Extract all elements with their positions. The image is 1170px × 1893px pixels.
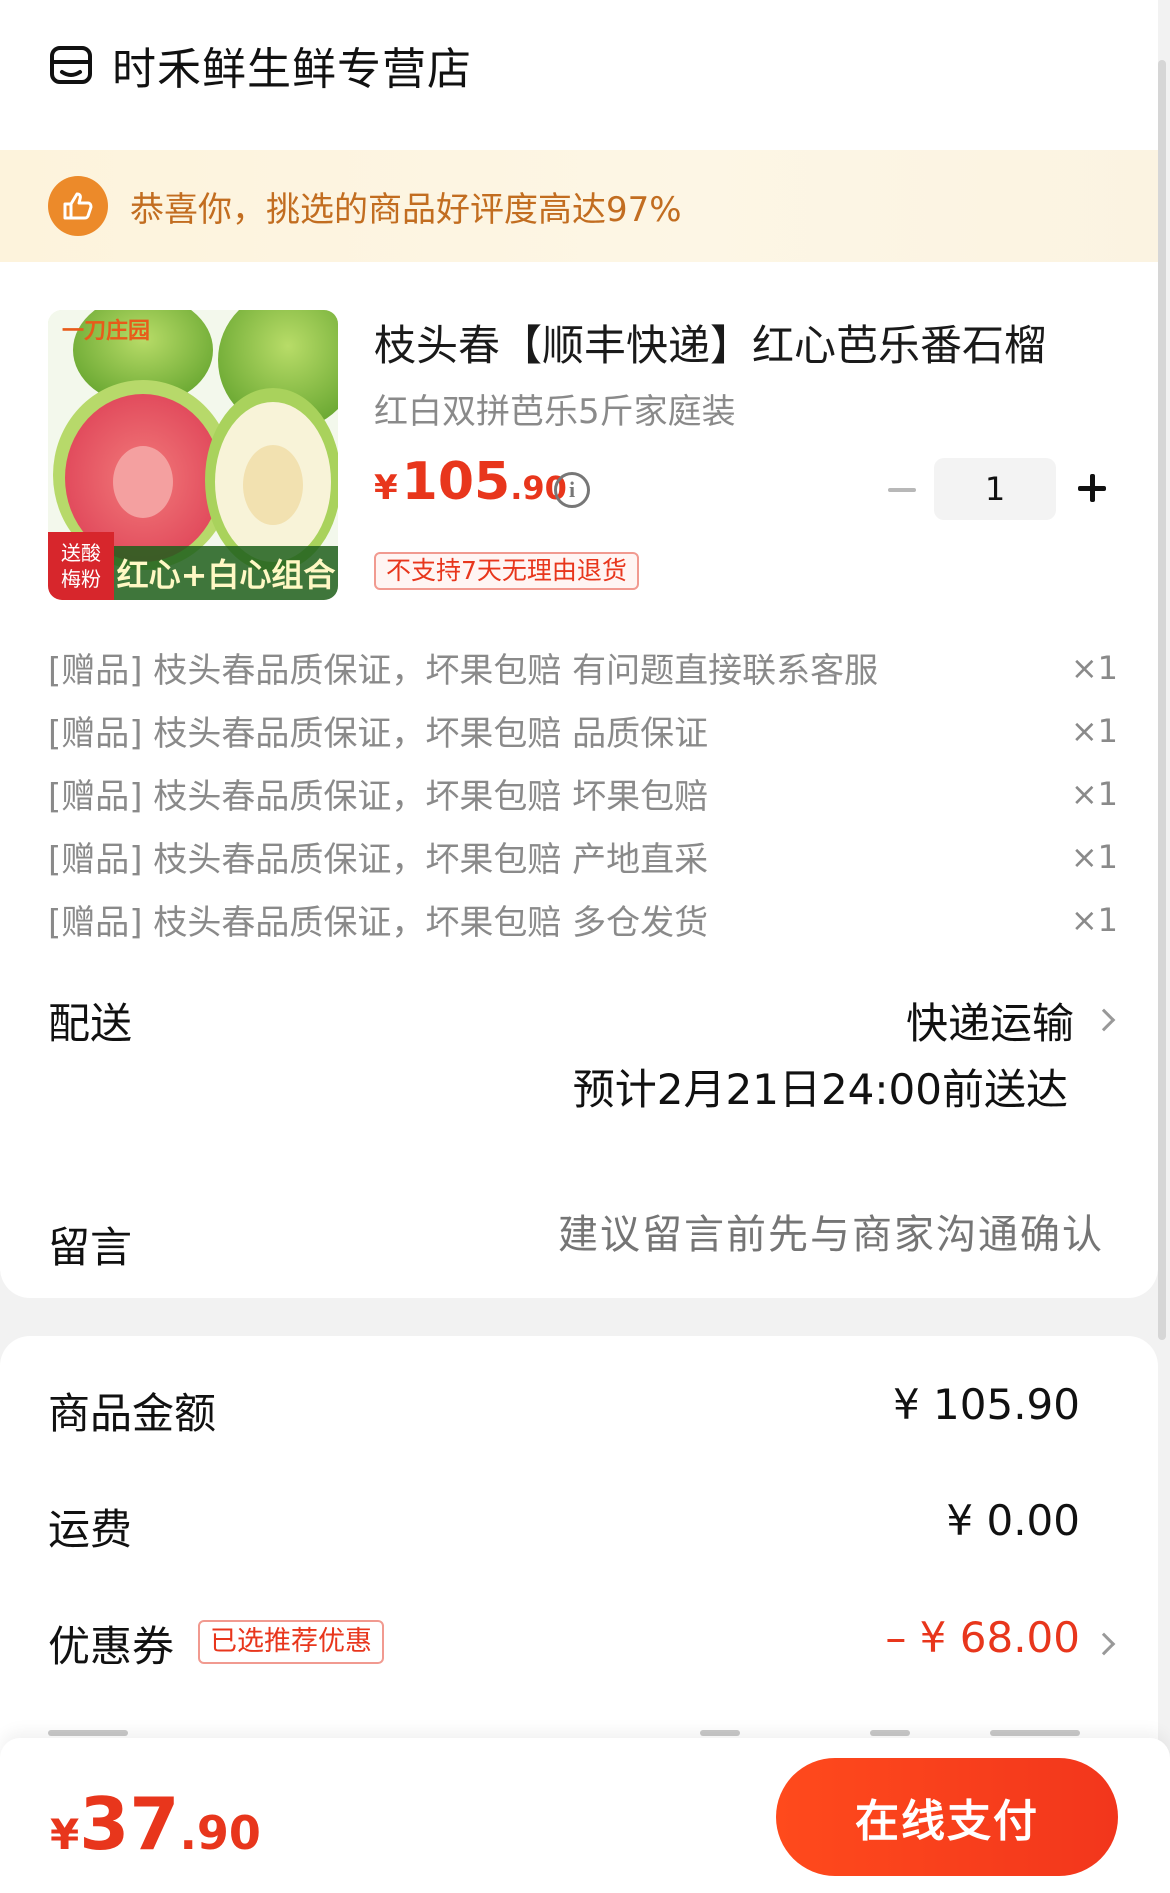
gift-label: [赠品] 枝头春品质保证，坏果包赔 品质保证 bbox=[48, 714, 709, 754]
rating-text: 恭喜你，挑选的商品好评度高达97% bbox=[130, 189, 682, 230]
coupon-label: 优惠券 bbox=[48, 1622, 175, 1671]
gift-qty: ×1 bbox=[1070, 837, 1118, 876]
gift-tag-text: 送酸 bbox=[61, 541, 101, 565]
price-symbol: ¥ bbox=[374, 468, 398, 508]
product-title[interactable]: 枝头春【顺丰快递】红心芭乐番石榴 bbox=[374, 312, 1094, 373]
gift-label: [赠品] 枝头春品质保证，坏果包赔 产地直采 bbox=[48, 840, 709, 880]
order-card: 时禾鲜生鲜专营店 恭喜你，挑选的商品好评度高达97% 送酸 梅粉 红心+白心组合… bbox=[0, 0, 1158, 1298]
scrollbar[interactable] bbox=[1158, 60, 1166, 1340]
return-policy-badge: 不支持7天无理由退货 bbox=[374, 552, 639, 590]
gift-label: [赠品] 枝头春品质保证，坏果包赔 有问题直接联系客服 bbox=[48, 651, 879, 691]
total-price: ¥ 37 .90 bbox=[50, 1782, 261, 1866]
price-integer: 105 bbox=[401, 452, 511, 512]
product-image[interactable]: 送酸 梅粉 红心+白心组合 一刀庄园 bbox=[48, 310, 338, 600]
shop-header[interactable]: 时禾鲜生鲜专营店 bbox=[48, 32, 472, 98]
store-icon bbox=[50, 46, 92, 84]
delivery-method[interactable]: 快递运输 bbox=[906, 990, 1074, 1051]
gift-qty: ×1 bbox=[1070, 774, 1118, 813]
shop-name: 时禾鲜生鲜专营店 bbox=[112, 44, 472, 95]
shipping-label: 运费 bbox=[48, 1505, 133, 1554]
gift-item: [赠品] 枝头春品质保证，坏果包赔 坏果包赔 ×1 bbox=[48, 762, 1118, 825]
delivery-label: 配送 bbox=[48, 999, 133, 1048]
gift-item: [赠品] 枝头春品质保证，坏果包赔 多仓发货 ×1 bbox=[48, 888, 1118, 951]
quantity-increase-button[interactable] bbox=[1072, 468, 1112, 508]
gift-qty: ×1 bbox=[1070, 900, 1118, 939]
thumbs-up-icon bbox=[48, 176, 108, 236]
gift-label: [赠品] 枝头春品质保证，坏果包赔 多仓发货 bbox=[48, 903, 709, 943]
message-input[interactable] bbox=[484, 1212, 1104, 1258]
total-symbol: ¥ bbox=[50, 1810, 80, 1859]
image-caption: 红心+白心组合 bbox=[117, 556, 336, 594]
gift-item: [赠品] 枝头春品质保证，坏果包赔 有问题直接联系客服 ×1 bbox=[48, 636, 1118, 699]
pay-online-button[interactable]: 在线支付 bbox=[776, 1758, 1118, 1876]
image-brand: 一刀庄园 bbox=[62, 318, 150, 344]
quantity-decrease-button[interactable] bbox=[884, 470, 920, 510]
shipping-value: ¥ 0.00 bbox=[946, 1496, 1080, 1545]
gift-list: [赠品] 枝头春品质保证，坏果包赔 有问题直接联系客服 ×1 [赠品] 枝头春品… bbox=[48, 636, 1118, 951]
delivery-chevron-icon[interactable] bbox=[1092, 1008, 1116, 1032]
coupon-value[interactable]: – ¥ 68.00 bbox=[885, 1613, 1080, 1662]
gift-label: [赠品] 枝头春品质保证，坏果包赔 坏果包赔 bbox=[48, 777, 709, 817]
goods-amount-label: 商品金额 bbox=[48, 1389, 217, 1438]
quantity-input[interactable]: 1 bbox=[934, 458, 1056, 520]
svg-text:梅粉: 梅粉 bbox=[61, 567, 101, 591]
gift-qty: ×1 bbox=[1070, 711, 1118, 750]
product-spec: 红白双拼芭乐5斤家庭装 bbox=[374, 392, 736, 432]
gift-item: [赠品] 枝头春品质保证，坏果包赔 产地直采 ×1 bbox=[48, 825, 1118, 888]
gift-qty: ×1 bbox=[1070, 648, 1118, 687]
product-price: ¥ 105 .90 bbox=[374, 452, 567, 524]
rating-banner: 恭喜你，挑选的商品好评度高达97% bbox=[0, 150, 1158, 262]
checkout-bar: ¥ 37 .90 在线支付 bbox=[0, 1738, 1170, 1893]
message-label: 留言 bbox=[48, 1223, 133, 1272]
gift-item: [赠品] 枝头春品质保证，坏果包赔 品质保证 ×1 bbox=[48, 699, 1118, 762]
goods-amount-value: ¥ 105.90 bbox=[892, 1380, 1080, 1429]
delivery-eta: 预计2月21日24:00前送达 bbox=[572, 1065, 1068, 1114]
coupon-badge: 已选推荐优惠 bbox=[198, 1620, 384, 1664]
total-decimal: .90 bbox=[179, 1806, 261, 1860]
info-icon[interactable]: i bbox=[554, 472, 590, 508]
total-integer: 37 bbox=[79, 1782, 180, 1866]
